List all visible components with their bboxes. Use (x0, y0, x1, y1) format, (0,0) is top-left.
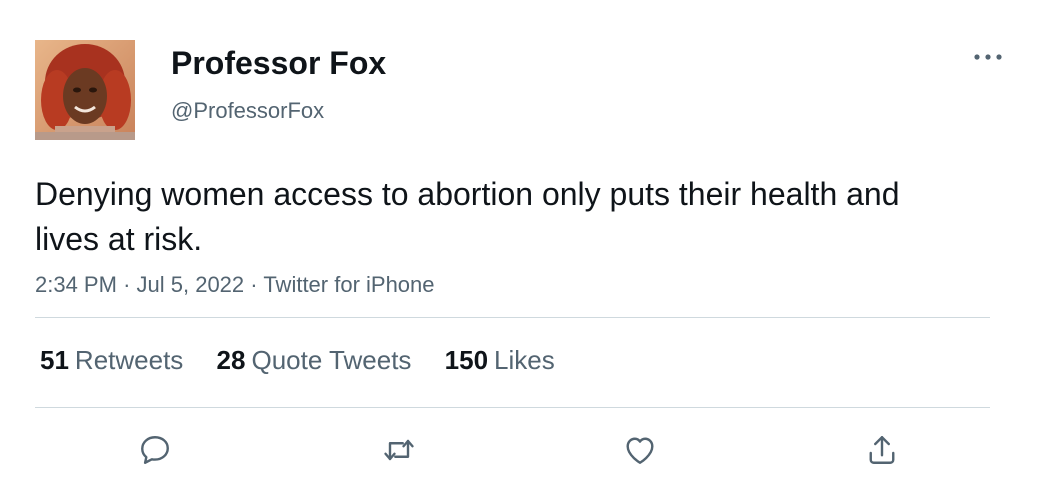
tweet-card: Professor Fox @ProfessorFox Denying wome… (0, 0, 1050, 480)
tweet-text: Denying women access to abortion only pu… (35, 176, 900, 257)
quote-tweets-stat[interactable]: 28 Quote Tweets (217, 343, 412, 377)
engagement-stats: 51 Retweets 28 Quote Tweets 150 Likes (40, 343, 581, 377)
retweets-stat[interactable]: 51 Retweets (40, 343, 183, 377)
share-icon (869, 436, 895, 464)
avatar-image (35, 40, 135, 140)
likes-stat[interactable]: 150 Likes (445, 343, 555, 377)
reply-icon (141, 436, 169, 464)
divider (35, 317, 990, 318)
tweet-meta: 2:34 PM · Jul 5, 2022 · Twitter for iPho… (35, 271, 435, 299)
likes-count: 150 (444, 345, 489, 375)
quote-tweets-count: 28 (216, 345, 246, 375)
tweet-source[interactable]: Twitter for iPhone (263, 272, 434, 297)
user-handle[interactable]: @ProfessorFox (171, 97, 324, 125)
heart-icon (626, 437, 654, 464)
tweet-time[interactable]: 2:34 PM (35, 272, 117, 297)
likes-label: Likes (494, 345, 555, 375)
meta-separator: · (123, 272, 137, 297)
meta-separator: · (250, 272, 264, 297)
quote-tweets-label: Quote Tweets (251, 345, 412, 375)
more-options-button[interactable] (968, 42, 1008, 72)
retweets-label: Retweets (74, 345, 184, 375)
retweet-icon (384, 439, 414, 461)
tweet-date[interactable]: Jul 5, 2022 (137, 272, 245, 297)
retweet-button[interactable] (381, 432, 417, 468)
retweets-count: 51 (40, 345, 69, 375)
like-button[interactable] (622, 432, 658, 468)
avatar[interactable] (35, 40, 135, 140)
share-button[interactable] (864, 432, 900, 468)
divider (35, 407, 990, 408)
display-name[interactable]: Professor Fox (171, 44, 386, 82)
reply-button[interactable] (137, 432, 173, 468)
more-horizontal-icon (974, 54, 1002, 60)
